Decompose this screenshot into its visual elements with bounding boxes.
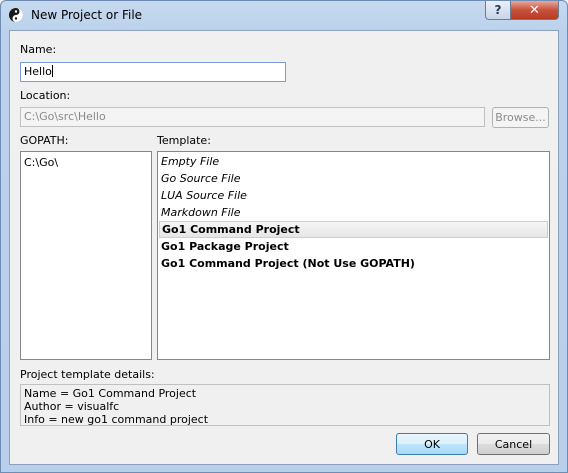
cancel-button-label: Cancel bbox=[494, 437, 533, 451]
template-label: Template: bbox=[157, 134, 211, 147]
browse-button-label: Browse... bbox=[495, 111, 546, 124]
template-details-box: Name = Go1 Command Project Author = visu… bbox=[20, 384, 550, 426]
help-icon: ? bbox=[494, 3, 502, 17]
app-logo-icon bbox=[9, 8, 23, 22]
name-label: Name: bbox=[20, 43, 57, 56]
location-label: Location: bbox=[20, 89, 71, 102]
name-field[interactable]: Hello bbox=[20, 62, 286, 82]
template-item-go1-command-project[interactable]: Go1 Command Project bbox=[159, 221, 548, 238]
ok-button[interactable]: OK bbox=[396, 433, 468, 455]
dialog-window: New Project or File ? ✕ Name: Hello Loca… bbox=[0, 0, 568, 473]
dialog-client-area: Name: Hello Location: C:\Go\src\Hello Br… bbox=[9, 30, 559, 465]
help-button[interactable]: ? bbox=[485, 1, 511, 20]
location-field-value: C:\Go\src\Hello bbox=[24, 110, 106, 123]
details-label: Project template details: bbox=[20, 368, 155, 381]
text-caret bbox=[51, 65, 53, 77]
details-line-info: Info = new go1 command project bbox=[24, 413, 209, 426]
ok-button-label: OK bbox=[424, 437, 440, 451]
close-icon: ✕ bbox=[529, 2, 540, 18]
template-list[interactable]: Empty File Go Source File LUA Source Fil… bbox=[157, 151, 550, 360]
name-field-value: Hello bbox=[24, 65, 52, 78]
details-line-name: Name = Go1 Command Project bbox=[24, 387, 197, 400]
title-bar[interactable]: New Project or File ? ✕ bbox=[1, 1, 567, 29]
template-item-go-source-file[interactable]: Go Source File bbox=[161, 170, 240, 187]
template-item-empty-file[interactable]: Empty File bbox=[161, 153, 219, 170]
template-item-go1-command-project-no-gopath[interactable]: Go1 Command Project (Not Use GOPATH) bbox=[161, 255, 415, 272]
cancel-button[interactable]: Cancel bbox=[477, 433, 550, 455]
template-item-go1-package-project[interactable]: Go1 Package Project bbox=[161, 238, 289, 255]
browse-button[interactable]: Browse... bbox=[492, 107, 549, 128]
details-line-author: Author = visualfc bbox=[24, 400, 120, 413]
gopath-list[interactable]: C:\Go\ bbox=[20, 151, 152, 360]
close-button[interactable]: ✕ bbox=[510, 1, 559, 20]
template-item-lua-source-file[interactable]: LUA Source File bbox=[161, 187, 247, 204]
gopath-label: GOPATH: bbox=[20, 134, 69, 147]
location-field[interactable]: C:\Go\src\Hello bbox=[20, 107, 485, 127]
template-item-markdown-file[interactable]: Markdown File bbox=[161, 204, 241, 221]
window-title: New Project or File bbox=[31, 8, 143, 22]
gopath-item[interactable]: C:\Go\ bbox=[24, 154, 58, 171]
